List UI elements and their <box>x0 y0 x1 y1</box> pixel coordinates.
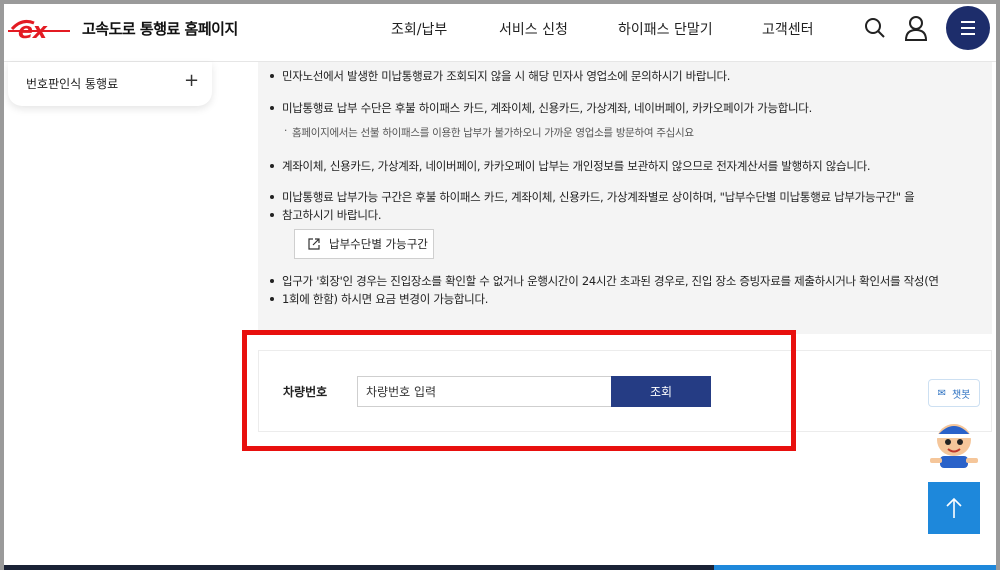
notice-item: 민자노선에서 발생한 미납통행료가 조회되지 않을 시 해당 민자사 영업소에 … <box>270 67 972 85</box>
notice-item-continued: 1회에 한함) 하시면 요금 변경이 가능합니다. <box>270 290 972 308</box>
notice-item: 미납통행료 납부 수단은 후불 하이패스 카드, 계좌이체, 신용카드, 가상계… <box>270 99 972 117</box>
user-icon[interactable] <box>904 15 928 41</box>
chatbot-icon: ✉ <box>937 387 946 399</box>
site-header: ex 고속도로 통행료 홈페이지 조회/납부 서비스 신청 하이패스 단말기 고… <box>0 0 1000 62</box>
search-icon[interactable] <box>864 17 886 39</box>
mascot-image <box>930 424 978 468</box>
notice-item: 계좌이체, 신용카드, 가상계좌, 네이버페이, 카카오페이 납부는 개인정보를… <box>270 157 972 175</box>
plus-icon[interactable]: + <box>184 72 199 90</box>
nav-item-hipass-device[interactable]: 하이패스 단말기 <box>618 19 713 39</box>
payable-section-button-label: 납부수단별 가능구간 <box>329 237 428 251</box>
ex-logo[interactable]: ex <box>8 14 76 44</box>
footer-strip-accent <box>714 565 1000 570</box>
arrow-up-icon <box>946 497 962 518</box>
scroll-top-button[interactable] <box>928 482 980 534</box>
notice-box: 민자노선에서 발생한 미납통행료가 조회되지 않을 시 해당 민자사 영업소에 … <box>258 62 992 334</box>
sidebar-item-plate-recognition[interactable]: 번호판인식 통행료 + <box>8 62 212 106</box>
nav-item-customer-center[interactable]: 고객센터 <box>762 19 814 39</box>
highlight-box <box>242 330 796 451</box>
sidebar-item-label: 번호판인식 통행료 <box>26 77 119 91</box>
site-title[interactable]: 고속도로 통행료 홈페이지 <box>82 18 238 39</box>
external-link-icon <box>308 238 320 250</box>
chatbot-button[interactable]: ✉ 챗봇 <box>928 379 980 407</box>
notice-item: 미납통행료 납부가능 구간은 후불 하이패스 카드, 계좌이체, 신용카드, 가… <box>270 188 972 206</box>
menu-icon <box>961 21 975 23</box>
notice-sub-note: 홈페이지에서는 선불 하이패스를 이용한 납부가 불가하오니 가까운 영업소를 … <box>284 125 694 140</box>
notice-item: 입구가 '회장'인 경우는 진입장소를 확인할 수 없거나 운행시간이 24시간… <box>270 272 972 290</box>
notice-item-continued: 참고하시기 바랍니다. <box>270 206 972 224</box>
nav-item-service-apply[interactable]: 서비스 신청 <box>499 19 568 39</box>
nav-item-inquiry-payment[interactable]: 조회/납부 <box>391 19 447 39</box>
payable-section-button[interactable]: 납부수단별 가능구간 <box>294 229 434 259</box>
chatbot-label: 챗봇 <box>951 389 971 401</box>
menu-button[interactable] <box>946 6 990 50</box>
